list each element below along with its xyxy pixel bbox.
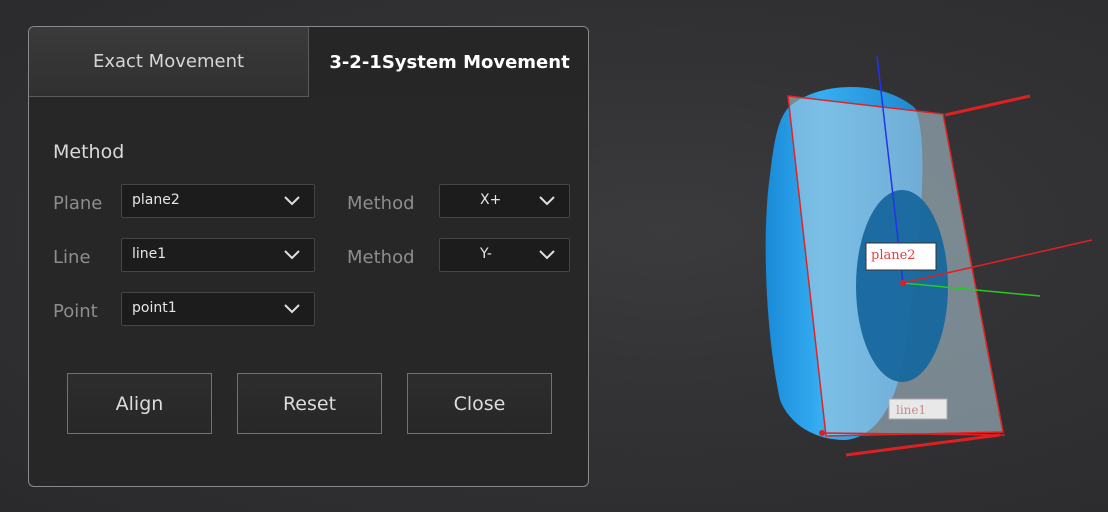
line-dropdown[interactable]: line1 [121, 238, 315, 272]
origin-point [900, 280, 906, 286]
chevron-down-icon [539, 196, 555, 206]
red-edge-arrow-top [944, 94, 1031, 117]
close-button[interactable]: Close [407, 373, 552, 434]
chevron-down-icon [284, 196, 300, 206]
line-value: line1 [132, 246, 167, 262]
chevron-down-icon [284, 250, 300, 260]
method-value-1: X+ [480, 192, 502, 208]
tab-exact-movement[interactable]: Exact Movement [29, 27, 309, 97]
line-label: Line [53, 247, 91, 268]
plane-tag: plane2 [871, 248, 916, 263]
3d-viewport[interactable]: plane2 line1 [700, 30, 1108, 490]
section-title: Method [53, 141, 125, 163]
chevron-down-icon [284, 304, 300, 314]
plane-dropdown[interactable]: plane2 [121, 184, 315, 218]
tab-321-system-movement[interactable]: 3-2-1System Movement [309, 27, 588, 97]
tab-bar: Exact Movement 3-2-1System Movement [29, 27, 588, 97]
method-value-2: Y- [480, 246, 492, 262]
red-edge-arrow-bottom [845, 433, 1001, 457]
point-dropdown[interactable]: point1 [121, 292, 315, 326]
plane-value: plane2 [132, 192, 180, 208]
movement-dialog: Exact Movement 3-2-1System Movement Meth… [28, 26, 589, 487]
method-dropdown-2[interactable]: Y- [439, 238, 570, 272]
align-button[interactable]: Align [67, 373, 212, 434]
reset-button[interactable]: Reset [237, 373, 382, 434]
point-value: point1 [132, 300, 177, 316]
point-marker [819, 430, 825, 436]
plane-label: Plane [53, 193, 103, 214]
chevron-down-icon [539, 250, 555, 260]
method-dropdown-1[interactable]: X+ [439, 184, 570, 218]
line-tag: line1 [896, 403, 926, 417]
method-label-2: Method [347, 247, 415, 268]
method-label-1: Method [347, 193, 415, 214]
point-label: Point [53, 301, 98, 322]
